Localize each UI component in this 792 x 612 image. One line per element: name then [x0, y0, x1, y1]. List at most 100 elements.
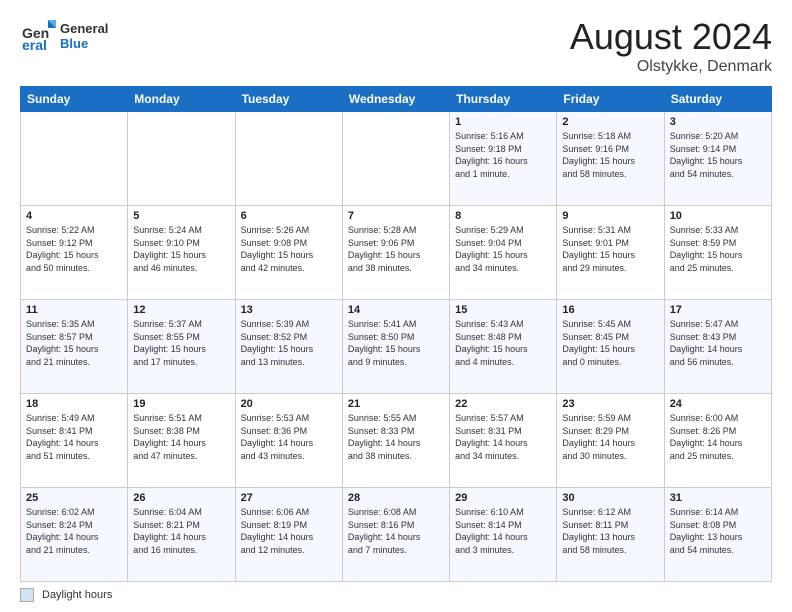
- day-number: 20: [241, 398, 337, 410]
- day-number: 24: [670, 398, 766, 410]
- calendar-cell: [21, 112, 128, 206]
- calendar-cell: [342, 112, 449, 206]
- day-info: Sunrise: 5:49 AM Sunset: 8:41 PM Dayligh…: [26, 412, 122, 462]
- day-info: Sunrise: 5:31 AM Sunset: 9:01 PM Dayligh…: [562, 224, 658, 274]
- calendar-cell: 5Sunrise: 5:24 AM Sunset: 9:10 PM Daylig…: [128, 206, 235, 300]
- day-number: 3: [670, 116, 766, 128]
- calendar-cell: 26Sunrise: 6:04 AM Sunset: 8:21 PM Dayli…: [128, 488, 235, 582]
- day-number: 22: [455, 398, 551, 410]
- day-number: 17: [670, 304, 766, 316]
- day-info: Sunrise: 5:28 AM Sunset: 9:06 PM Dayligh…: [348, 224, 444, 274]
- calendar-cell: 14 Sunrise: 5:41 AM Sunset: 8:50 PM Dayli…: [342, 300, 449, 394]
- calendar-week-1: 1 Sunrise: 5:16 AM Sunset: 9:18 PM Daylig…: [21, 112, 772, 206]
- day-number: 31: [670, 492, 766, 504]
- day-number: 16: [562, 304, 658, 316]
- svg-text:eral: eral: [22, 37, 47, 52]
- calendar-cell: 10Sunrise: 5:33 AM Sunset: 8:59 PM Dayli…: [664, 206, 771, 300]
- calendar-cell: 25Sunrise: 6:02 AM Sunset: 8:24 PM Dayli…: [21, 488, 128, 582]
- calendar-cell: 22 Sunrise: 5:57 AM Sunset: 8:31 PM Dayli…: [450, 394, 557, 488]
- day-number: 21: [348, 398, 444, 410]
- day-number: 30: [562, 492, 658, 504]
- day-info: Sunrise: 5:41 AM Sunset: 8:50 PM Dayligh…: [348, 318, 444, 368]
- calendar-cell: 15 Sunrise: 5:43 AM Sunset: 8:48 PM Dayli…: [450, 300, 557, 394]
- day-info: Sunrise: 5:57 AM Sunset: 8:31 PM Dayligh…: [455, 412, 551, 462]
- logo-icon: Gen eral: [20, 16, 56, 57]
- day-number: 5: [133, 210, 229, 222]
- daylight-label: Daylight hours: [42, 589, 112, 601]
- calendar-cell: 27 Sunrise: 6:06 AM Sunset: 8:19 PM Dayli…: [235, 488, 342, 582]
- day-number: 13: [241, 304, 337, 316]
- day-info: Sunrise: 6:12 AM Sunset: 8:11 PM Dayligh…: [562, 506, 658, 556]
- month-year: August 2024: [570, 16, 772, 58]
- calendar-cell: 30 Sunrise: 6:12 AM Sunset: 8:11 PM Dayli…: [557, 488, 664, 582]
- day-number: 11: [26, 304, 122, 316]
- calendar-table: SundayMondayTuesdayWednesdayThursdayFrid…: [20, 86, 772, 582]
- day-number: 15: [455, 304, 551, 316]
- calendar-week-4: 18 Sunrise: 5:49 AM Sunset: 8:41 PM Dayli…: [21, 394, 772, 488]
- day-number: 1: [455, 116, 551, 128]
- location: Olstykke, Denmark: [570, 58, 772, 76]
- day-info: Sunrise: 5:26 AM Sunset: 9:08 PM Dayligh…: [241, 224, 337, 274]
- day-number: 27: [241, 492, 337, 504]
- day-number: 18: [26, 398, 122, 410]
- col-header-monday: Monday: [128, 87, 235, 112]
- calendar-cell: 13 Sunrise: 5:39 AM Sunset: 8:52 PM Dayli…: [235, 300, 342, 394]
- col-header-sunday: Sunday: [21, 87, 128, 112]
- day-info: Sunrise: 5:18 AM Sunset: 9:16 PM Dayligh…: [562, 130, 658, 180]
- day-number: 12: [133, 304, 229, 316]
- calendar-cell: 11Sunrise: 5:35 AM Sunset: 8:57 PM Dayli…: [21, 300, 128, 394]
- day-number: 2: [562, 116, 658, 128]
- day-number: 8: [455, 210, 551, 222]
- day-info: Sunrise: 6:06 AM Sunset: 8:19 PM Dayligh…: [241, 506, 337, 556]
- footer: Daylight hours: [20, 588, 772, 602]
- day-info: Sunrise: 5:29 AM Sunset: 9:04 PM Dayligh…: [455, 224, 551, 274]
- calendar-cell: 12 Sunrise: 5:37 AM Sunset: 8:55 PM Dayli…: [128, 300, 235, 394]
- calendar-cell: 4Sunrise: 5:22 AM Sunset: 9:12 PM Daylig…: [21, 206, 128, 300]
- calendar-cell: 21Sunrise: 5:55 AM Sunset: 8:33 PM Dayli…: [342, 394, 449, 488]
- day-number: 9: [562, 210, 658, 222]
- day-number: 29: [455, 492, 551, 504]
- day-info: Sunrise: 5:16 AM Sunset: 9:18 PM Dayligh…: [455, 130, 551, 180]
- calendar-cell: 7 Sunrise: 5:28 AM Sunset: 9:06 PM Daylig…: [342, 206, 449, 300]
- logo: Gen eral General Blue: [20, 16, 108, 57]
- logo-line2: Blue: [60, 37, 108, 51]
- day-info: Sunrise: 5:43 AM Sunset: 8:48 PM Dayligh…: [455, 318, 551, 368]
- calendar-cell: 6Sunrise: 5:26 AM Sunset: 9:08 PM Daylig…: [235, 206, 342, 300]
- day-info: Sunrise: 5:37 AM Sunset: 8:55 PM Dayligh…: [133, 318, 229, 368]
- day-number: 10: [670, 210, 766, 222]
- col-header-friday: Friday: [557, 87, 664, 112]
- day-number: 4: [26, 210, 122, 222]
- calendar-cell: 3Sunrise: 5:20 AM Sunset: 9:14 PM Daylig…: [664, 112, 771, 206]
- day-info: Sunrise: 6:02 AM Sunset: 8:24 PM Dayligh…: [26, 506, 122, 556]
- day-info: Sunrise: 5:39 AM Sunset: 8:52 PM Dayligh…: [241, 318, 337, 368]
- day-number: 19: [133, 398, 229, 410]
- day-number: 26: [133, 492, 229, 504]
- calendar-cell: [128, 112, 235, 206]
- day-info: Sunrise: 5:51 AM Sunset: 8:38 PM Dayligh…: [133, 412, 229, 462]
- calendar-cell: 20Sunrise: 5:53 AM Sunset: 8:36 PM Dayli…: [235, 394, 342, 488]
- calendar-cell: 2 Sunrise: 5:18 AM Sunset: 9:16 PM Daylig…: [557, 112, 664, 206]
- calendar-week-2: 4Sunrise: 5:22 AM Sunset: 9:12 PM Daylig…: [21, 206, 772, 300]
- calendar-cell: 31Sunrise: 6:14 AM Sunset: 8:08 PM Dayli…: [664, 488, 771, 582]
- day-info: Sunrise: 6:08 AM Sunset: 8:16 PM Dayligh…: [348, 506, 444, 556]
- day-info: Sunrise: 6:10 AM Sunset: 8:14 PM Dayligh…: [455, 506, 551, 556]
- logo-line1: General: [60, 22, 108, 36]
- calendar-week-5: 25Sunrise: 6:02 AM Sunset: 8:24 PM Dayli…: [21, 488, 772, 582]
- day-number: 7: [348, 210, 444, 222]
- calendar-cell: 9 Sunrise: 5:31 AM Sunset: 9:01 PM Daylig…: [557, 206, 664, 300]
- page: Gen eral General Blue August 2024 Olstyk…: [0, 0, 792, 612]
- calendar-cell: 24Sunrise: 6:00 AM Sunset: 8:26 PM Dayli…: [664, 394, 771, 488]
- calendar-cell: 8 Sunrise: 5:29 AM Sunset: 9:04 PM Daylig…: [450, 206, 557, 300]
- calendar-cell: 16 Sunrise: 5:45 AM Sunset: 8:45 PM Dayli…: [557, 300, 664, 394]
- day-info: Sunrise: 5:45 AM Sunset: 8:45 PM Dayligh…: [562, 318, 658, 368]
- col-header-tuesday: Tuesday: [235, 87, 342, 112]
- day-info: Sunrise: 5:59 AM Sunset: 8:29 PM Dayligh…: [562, 412, 658, 462]
- header: Gen eral General Blue August 2024 Olstyk…: [20, 16, 772, 76]
- col-header-saturday: Saturday: [664, 87, 771, 112]
- col-header-thursday: Thursday: [450, 87, 557, 112]
- day-number: 14: [348, 304, 444, 316]
- daylight-legend-box: [20, 588, 34, 602]
- calendar-cell: 18 Sunrise: 5:49 AM Sunset: 8:41 PM Dayli…: [21, 394, 128, 488]
- calendar-cell: [235, 112, 342, 206]
- calendar-cell: 1 Sunrise: 5:16 AM Sunset: 9:18 PM Daylig…: [450, 112, 557, 206]
